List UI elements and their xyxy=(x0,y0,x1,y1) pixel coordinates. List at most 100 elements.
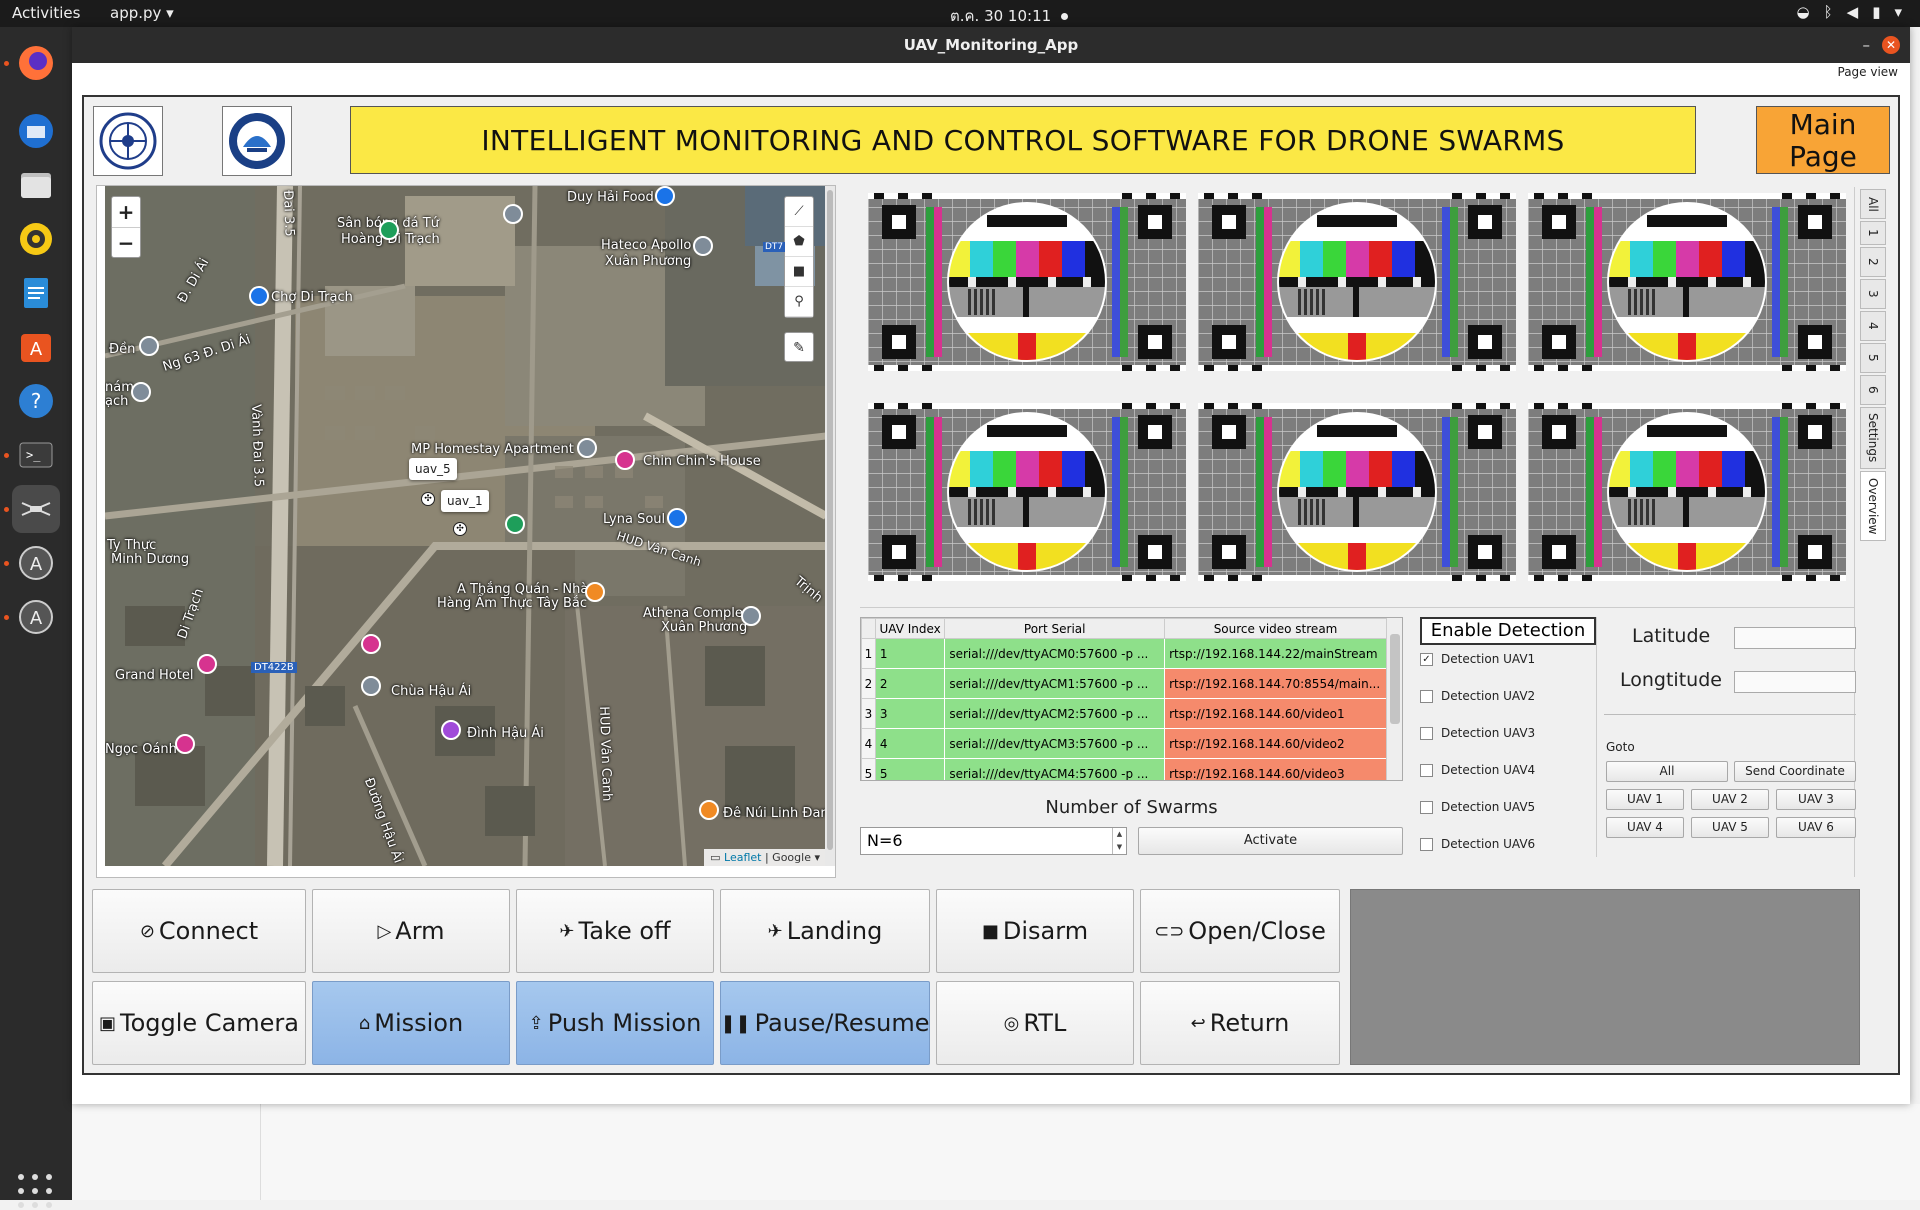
poi-marker[interactable] xyxy=(667,508,687,528)
latitude-input[interactable] xyxy=(1734,627,1856,649)
table-scrollbar[interactable] xyxy=(1386,618,1402,780)
uav-6-video-feed[interactable] xyxy=(1528,403,1846,581)
toggle-camera-button[interactable]: ▣ Toggle Camera xyxy=(92,981,306,1065)
zoom-out-button[interactable]: − xyxy=(112,227,140,257)
goto-uav-1-button[interactable]: UAV 1 xyxy=(1606,789,1684,810)
cell-uav-index[interactable]: 3 xyxy=(874,698,946,729)
poi-marker[interactable] xyxy=(139,336,159,356)
goto-all-button[interactable]: All xyxy=(1606,761,1728,782)
open-close-button[interactable]: ⊂⊃ Open/Close xyxy=(1140,889,1340,973)
checkbox-empty-icon[interactable] xyxy=(1420,689,1433,703)
software-updater-icon[interactable]: A xyxy=(12,539,60,587)
poi-marker[interactable] xyxy=(741,606,761,626)
checkbox-empty-icon[interactable] xyxy=(1420,837,1433,851)
poi-marker[interactable] xyxy=(131,382,151,402)
uav-4-video-feed[interactable] xyxy=(868,403,1186,581)
poi-marker[interactable] xyxy=(615,450,635,470)
poi-marker[interactable] xyxy=(441,720,461,740)
system-tray[interactable]: ◒ ᛒ ◀ ▮ ▾ xyxy=(1797,3,1902,21)
table-row[interactable]: 4 4 serial:///dev/ttyACM3:57600 -p ... rtsp… xyxy=(861,728,1387,759)
cell-port-serial[interactable]: serial:///dev/ttyACM0:57600 -p ... xyxy=(944,638,1166,669)
close-window-button[interactable]: ✕ xyxy=(1882,36,1900,54)
poi-marker[interactable] xyxy=(197,654,217,674)
app-menu[interactable]: app.py ▾ xyxy=(110,4,174,22)
column-header-uav-index[interactable]: UAV Index xyxy=(874,618,946,639)
zoom-in-button[interactable]: + xyxy=(112,197,140,227)
edit-layers-icon[interactable]: ✎ xyxy=(784,332,814,362)
cell-port-serial[interactable]: serial:///dev/ttyACM4:57600 -p ... xyxy=(944,758,1166,780)
detection-uav-1-checkbox[interactable]: ✓ Detection UAV1 xyxy=(1420,652,1535,666)
cell-video-stream[interactable]: rtsp://192.168.144.60/video1 xyxy=(1164,698,1387,729)
checkbox-empty-icon[interactable] xyxy=(1420,726,1433,740)
tab-uav-2[interactable]: 2 xyxy=(1860,247,1886,277)
tab-uav-3[interactable]: 3 xyxy=(1860,279,1886,309)
page-view-menu[interactable]: Page view xyxy=(1838,65,1899,79)
detection-uav-3-checkbox[interactable]: Detection UAV3 xyxy=(1420,726,1535,740)
poi-marker[interactable] xyxy=(175,734,195,754)
cell-port-serial[interactable]: serial:///dev/ttyACM1:57600 -p ... xyxy=(944,668,1166,699)
table-row[interactable]: 1 1 serial:///dev/ttyACM0:57600 -p ... rtsp… xyxy=(861,638,1387,669)
tab-uav-1[interactable]: 1 xyxy=(1860,221,1886,245)
cell-video-stream[interactable]: rtsp://192.168.144.22/mainStream xyxy=(1164,638,1387,669)
push-mission-button[interactable]: ⇪ Push Mission xyxy=(516,981,714,1065)
cell-port-serial[interactable]: serial:///dev/ttyACM3:57600 -p ... xyxy=(944,728,1166,759)
row-number[interactable]: 4 xyxy=(861,728,876,759)
cell-port-serial[interactable]: serial:///dev/ttyACM2:57600 -p ... xyxy=(944,698,1166,729)
main-page-button[interactable]: Main Page xyxy=(1756,106,1890,174)
cell-uav-index[interactable]: 4 xyxy=(874,728,946,759)
activities-button[interactable]: Activities xyxy=(12,4,80,22)
draw-marker-icon[interactable]: ⚲ xyxy=(785,287,813,317)
pause-resume-button[interactable]: ❚❚ Pause/Resume xyxy=(720,981,930,1065)
row-number[interactable]: 5 xyxy=(861,758,876,780)
poi-marker[interactable] xyxy=(585,582,605,602)
connect-button[interactable]: ⊘ Connect xyxy=(92,889,306,973)
cell-video-stream[interactable]: rtsp://192.168.144.60/video2 xyxy=(1164,728,1387,759)
table-row[interactable]: 3 3 serial:///dev/ttyACM2:57600 -p ... rtsp… xyxy=(861,698,1387,729)
uav-1-drone-icon[interactable]: ✣ xyxy=(453,522,467,536)
layer-dropdown-icon[interactable]: ▾ xyxy=(814,851,820,864)
app-center-icon[interactable]: A xyxy=(12,323,60,371)
detection-uav-4-checkbox[interactable]: Detection UAV4 xyxy=(1420,763,1535,777)
clock[interactable]: ต.ค. 30 10:11 xyxy=(950,4,1069,28)
row-number[interactable]: 2 xyxy=(861,668,876,699)
cell-uav-index[interactable]: 5 xyxy=(874,758,946,780)
goto-uav-2-button[interactable]: UAV 2 xyxy=(1691,789,1769,810)
detection-uav-2-checkbox[interactable]: Detection UAV2 xyxy=(1420,689,1535,703)
mission-button[interactable]: ⌂ Mission xyxy=(312,981,510,1065)
firefox-icon[interactable] xyxy=(12,39,60,87)
checkbox-checked-icon[interactable]: ✓ xyxy=(1420,652,1433,666)
writer-icon[interactable] xyxy=(12,269,60,317)
rtl-button[interactable]: ◎ RTL xyxy=(936,981,1134,1065)
poi-marker[interactable] xyxy=(655,186,675,206)
longitude-input[interactable] xyxy=(1734,671,1856,693)
landing-button[interactable]: ✈ Landing xyxy=(720,889,930,973)
goto-uav-4-button[interactable]: UAV 4 xyxy=(1606,817,1684,838)
checkbox-empty-icon[interactable] xyxy=(1420,800,1433,814)
poi-marker[interactable] xyxy=(699,800,719,820)
cell-uav-index[interactable]: 2 xyxy=(874,668,946,699)
drone-app-icon[interactable] xyxy=(12,485,60,533)
tab-uav-4[interactable]: 4 xyxy=(1860,311,1886,341)
map-scrollbar[interactable] xyxy=(825,186,835,866)
table-row[interactable]: 5 5 serial:///dev/ttyACM4:57600 -p ... rtsp… xyxy=(861,758,1387,780)
show-applications-icon[interactable] xyxy=(18,1174,54,1210)
goto-uav-5-button[interactable]: UAV 5 xyxy=(1691,817,1769,838)
draw-polygon-icon[interactable]: ⬟ xyxy=(785,227,813,257)
goto-uav-3-button[interactable]: UAV 3 xyxy=(1776,789,1856,810)
poi-marker[interactable] xyxy=(379,220,399,240)
uav-1-video-feed[interactable] xyxy=(868,193,1186,371)
return-button[interactable]: ↩ Return xyxy=(1140,981,1340,1065)
cell-uav-index[interactable]: 1 xyxy=(874,638,946,669)
table-row[interactable]: 2 2 serial:///dev/ttyACM1:57600 -p ... rtsp… xyxy=(861,668,1387,699)
enable-detection-button[interactable]: Enable Detection xyxy=(1420,617,1596,645)
poi-marker[interactable] xyxy=(249,286,269,306)
poi-marker[interactable] xyxy=(505,514,525,534)
poi-marker[interactable] xyxy=(361,676,381,696)
takeoff-button[interactable]: ✈ Take off xyxy=(516,889,714,973)
rhythmbox-icon[interactable] xyxy=(12,215,60,263)
arm-button[interactable]: ▷ Arm xyxy=(312,889,510,973)
poi-marker[interactable] xyxy=(503,204,523,224)
uav-5-drone-icon[interactable]: ✣ xyxy=(421,492,435,506)
minimize-button[interactable]: – xyxy=(1863,27,1871,63)
disarm-button[interactable]: ■ Disarm xyxy=(936,889,1134,973)
